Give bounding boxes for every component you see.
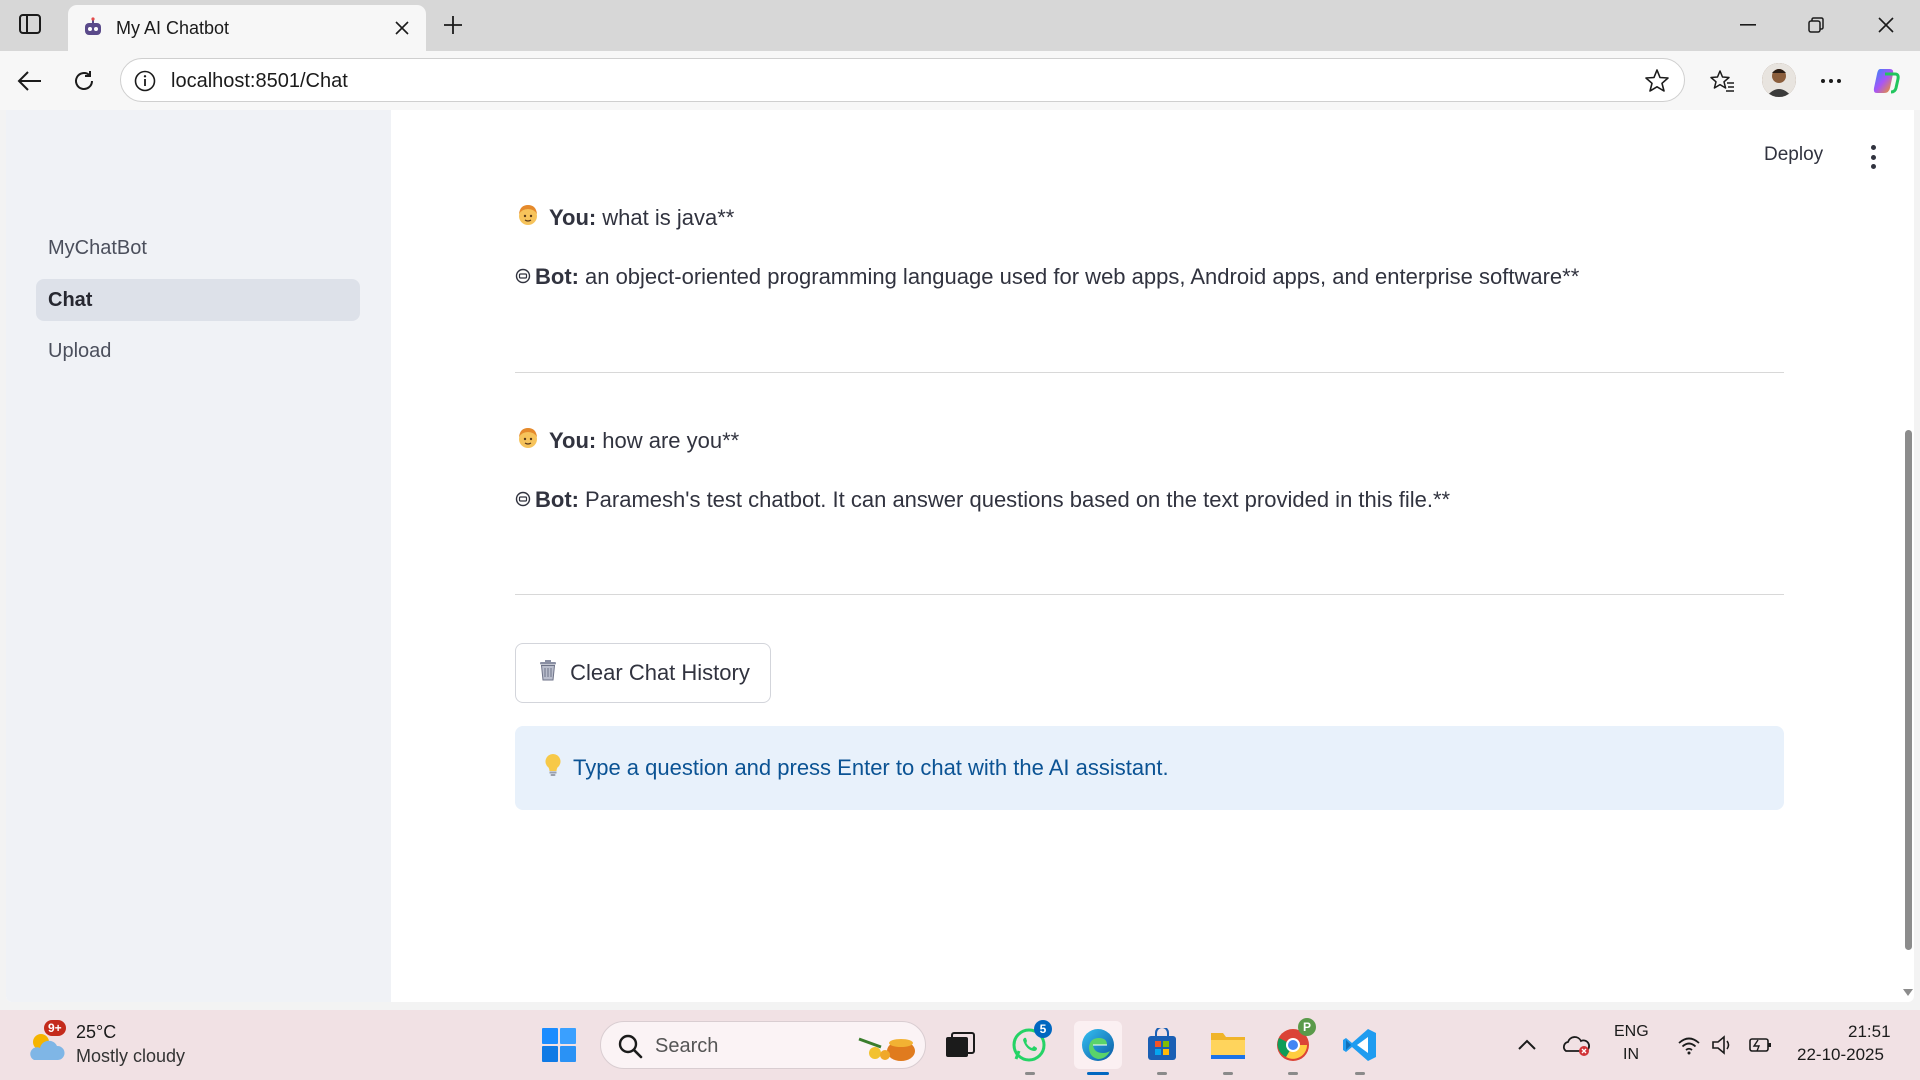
sidebar: MyChatBot Chat Upload [6,110,391,1002]
info-alert: Type a question and press Enter to chat … [515,726,1784,810]
user-message-text: what is java** [602,205,735,230]
back-arrow-icon[interactable] [12,63,48,99]
store-icon[interactable] [1141,1024,1183,1066]
main-menu-icon[interactable] [1863,145,1883,169]
task-view-icon[interactable] [939,1024,981,1066]
scrollbar[interactable] [1900,110,1914,1002]
whatsapp-badge: 5 [1034,1020,1052,1038]
weather-condition[interactable]: Mostly cloudy [76,1046,185,1067]
main-content: Deploy You: what is java** Bot: an objec… [391,110,1914,1002]
clock-date[interactable]: 22-10-2025 [1797,1045,1884,1065]
scroll-down-icon[interactable] [1903,989,1913,996]
bot-label: Bot: [535,264,579,289]
bot-message-text: Paramesh's test chatbot. It can answer q… [584,487,1451,512]
file-explorer-icon[interactable] [1207,1024,1249,1066]
bot-emoji-icon [515,487,531,513]
user-emoji-icon [515,425,541,457]
user-emoji-icon [515,202,541,234]
weather-badge: 9+ [44,1020,66,1036]
close-window-icon[interactable] [1866,10,1906,40]
trash-icon [536,658,560,688]
bot-emoji-icon [515,264,531,290]
robot-favicon-icon [82,17,104,39]
lightbulb-icon [543,752,563,784]
info-text: Type a question and press Enter to chat … [573,755,1169,780]
sidebar-toggle-icon[interactable] [16,12,44,36]
page-viewport: MyChatBot Chat Upload Deploy You: what i… [6,110,1914,1002]
taskbar: 9+ 25°C Mostly cloudy Search 5 P ENG IN … [0,1010,1920,1080]
you-label: You: [549,205,597,230]
running-indicator [1288,1072,1298,1075]
star-icon[interactable] [1644,68,1670,94]
chevron-up-icon[interactable] [1506,1024,1548,1066]
user-message-text: how are you** [602,428,740,453]
you-label: You: [549,428,597,453]
language-indicator[interactable]: ENG [1614,1023,1649,1041]
running-indicator [1223,1072,1233,1075]
running-indicator [1355,1072,1365,1075]
search-highlight-icon [853,1029,917,1063]
clock-time[interactable]: 21:51 [1848,1022,1891,1042]
battery-icon[interactable] [1740,1024,1782,1066]
tab-title: My AI Chatbot [116,18,230,38]
scrollbar-thumb[interactable] [1905,430,1912,950]
deploy-button[interactable]: Deploy [1764,144,1823,166]
favorites-icon[interactable] [1704,63,1740,99]
address-bar[interactable]: localhost:8501/Chat [120,58,1685,102]
bot-message: Bot: an object-oriented programming lang… [515,264,1579,290]
info-icon[interactable] [133,69,157,93]
sidebar-item-mychatbot[interactable]: MyChatBot [36,227,360,269]
vscode-icon[interactable] [1339,1024,1381,1066]
taskbar-search[interactable]: Search [600,1021,926,1069]
more-icon[interactable] [1813,63,1849,99]
url-text[interactable]: localhost:8501/Chat [171,70,348,93]
close-icon[interactable] [390,16,414,40]
active-tab[interactable]: My AI Chatbot [68,5,426,51]
bot-message-text: an object-oriented programming language … [584,264,1580,289]
restore-icon[interactable] [1796,10,1836,40]
plus-icon[interactable] [438,10,468,40]
search-icon [617,1033,643,1059]
bot-message: Bot: Paramesh's test chatbot. It can ans… [515,487,1450,513]
language-region[interactable]: IN [1623,1046,1639,1064]
minimize-icon[interactable] [1728,10,1768,40]
clear-button-label: Clear Chat History [570,660,750,685]
edge-icon[interactable] [1074,1021,1122,1069]
running-indicator [1087,1072,1109,1075]
running-indicator [1157,1072,1167,1075]
windows-start-icon[interactable] [538,1024,580,1066]
divider [515,372,1784,373]
divider [515,594,1784,595]
search-placeholder: Search [655,1035,719,1057]
copilot-icon[interactable] [1868,63,1904,99]
running-indicator [1025,1072,1035,1075]
clear-chat-history-button[interactable]: Clear Chat History [515,643,771,703]
sidebar-item-chat[interactable]: Chat [36,279,360,321]
volume-icon[interactable] [1702,1024,1744,1066]
bot-label: Bot: [535,487,579,512]
temperature[interactable]: 25°C [76,1022,116,1043]
browser-toolbar: localhost:8501/Chat [0,51,1920,110]
browser-tab-bar: My AI Chatbot [0,0,1920,51]
refresh-icon[interactable] [66,63,102,99]
onedrive-icon[interactable] [1555,1024,1597,1066]
chrome-profile-badge: P [1298,1018,1316,1036]
avatar[interactable] [1762,63,1796,97]
user-message: You: what is java** [515,202,734,234]
sidebar-item-upload[interactable]: Upload [36,330,360,372]
user-message: You: how are you** [515,425,739,457]
